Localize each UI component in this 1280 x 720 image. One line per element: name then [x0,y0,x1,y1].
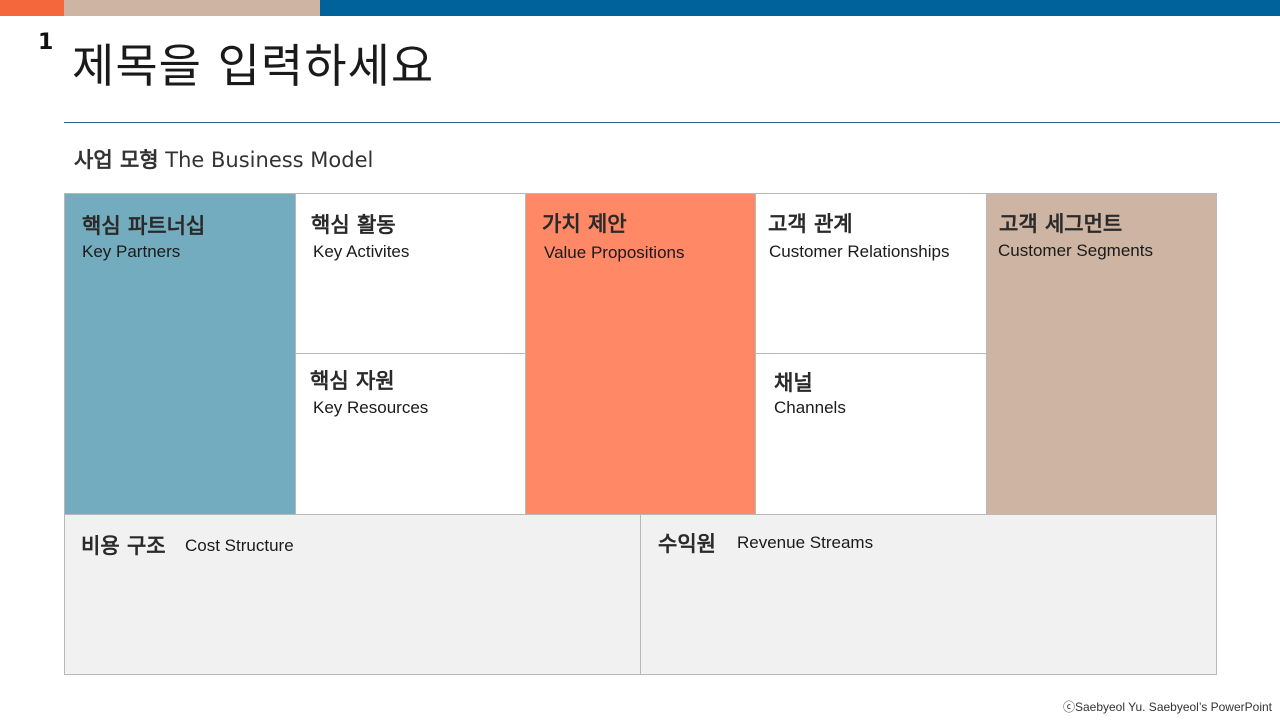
revenue-streams-label: Revenue Streams [737,533,874,552]
customer-relationships-block[interactable]: 고객 관계 Customer Relationships [755,193,987,354]
title-divider [64,122,1280,123]
subtitle-korean: 사업 모형 [74,148,159,172]
copyright-footer: ⓒSaebyeol Yu. Saebyeol’s PowerPoint [1062,700,1272,714]
channels-heading: 채널 [774,371,813,395]
cost-structure-block[interactable]: 비용 구조 Cost Structure [64,514,641,675]
value-propositions-block[interactable]: 가치 제안 Value Propositions [525,193,756,515]
section-subtitle[interactable]: 사업 모형 The Business Model [74,144,373,174]
top-accent-bar-orange [0,0,64,16]
channels-block[interactable]: 채널 Channels [755,353,987,515]
customer-relationships-label: Customer Relationships [769,242,950,261]
key-activities-heading: 핵심 활동 [311,213,396,237]
customer-segments-block[interactable]: 고객 세그먼트 Customer Segments [986,193,1217,515]
key-partners-heading: 핵심 파트너십 [82,214,206,238]
key-partners-label: Key Partners [82,242,181,261]
key-resources-label: Key Resources [313,398,429,417]
subtitle-english: The Business Model [165,148,374,172]
key-partners-block[interactable]: 핵심 파트너십 Key Partners [64,193,296,515]
slide-title[interactable]: 제목을 입력하세요 [72,40,434,93]
revenue-streams-heading: 수익원 [658,532,716,556]
value-propositions-heading: 가치 제안 [542,212,627,236]
slide-number: 1 [38,30,54,55]
customer-segments-heading: 고객 세그먼트 [999,212,1123,236]
cost-structure-heading: 비용 구조 [81,534,166,558]
cost-structure-label: Cost Structure [185,536,294,555]
customer-segments-label: Customer Segments [998,241,1153,260]
key-activities-label: Key Activites [313,242,410,261]
revenue-streams-block[interactable]: 수익원 Revenue Streams [640,514,1217,675]
top-accent-bar-tan [64,0,320,16]
customer-relationships-heading: 고객 관계 [768,212,853,236]
channels-label: Channels [774,398,846,417]
key-activities-block[interactable]: 핵심 활동 Key Activites [295,193,526,354]
value-propositions-label: Value Propositions [544,243,685,262]
key-resources-block[interactable]: 핵심 자원 Key Resources [295,353,526,515]
key-resources-heading: 핵심 자원 [310,369,395,393]
top-accent-bar-blue [320,0,1280,16]
